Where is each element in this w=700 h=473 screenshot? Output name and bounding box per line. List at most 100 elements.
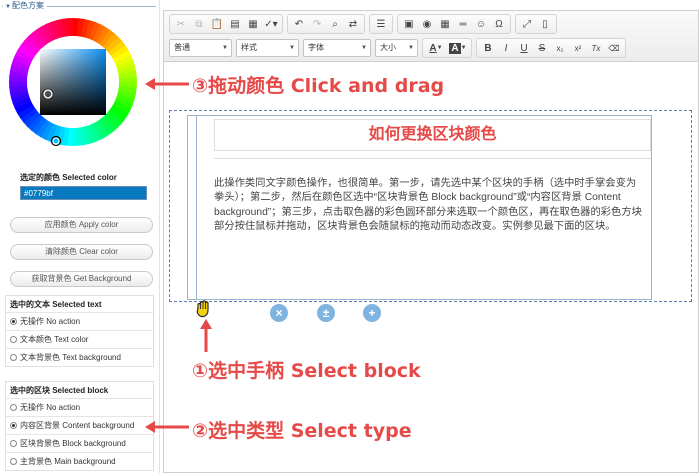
block-handle-hand-icon[interactable] (194, 299, 214, 319)
radio-icon[interactable] (10, 458, 17, 465)
annotation-select-block: ①选中手柄 Select block (192, 360, 421, 382)
radio-label: 主背景色 Main background (20, 457, 116, 466)
block-option-content-background[interactable]: 内容区背景 Content background (6, 416, 153, 434)
panel-title-text: 配色方案 (11, 1, 44, 10)
underline-button[interactable]: U (515, 40, 533, 57)
paste-text-icon[interactable]: ▤ (226, 16, 244, 33)
special-char-icon[interactable]: Ω (490, 16, 508, 33)
font-dropdown-value: 字体 (308, 43, 324, 52)
size-dropdown[interactable]: 大小 ▼ (375, 39, 418, 57)
italic-button[interactable]: I (497, 40, 515, 57)
block-rail-left (196, 115, 197, 300)
selected-block-section: 选中的区块 Selected block 无操作 No action 内容区背景… (5, 381, 154, 471)
cut-icon[interactable]: ✂ (172, 16, 190, 33)
styles-dropdown[interactable]: 样式 ▼ (236, 39, 299, 57)
text-option-no-action[interactable]: 无操作 No action (6, 312, 153, 330)
radio-checked-icon[interactable] (10, 318, 17, 325)
arrow-up-icon (200, 319, 212, 352)
paste-word-icon[interactable]: ▦ (244, 16, 262, 33)
block-option-main-background[interactable]: 主背景色 Main background (6, 452, 153, 470)
block-option-no-action[interactable]: 无操作 No action (6, 398, 153, 416)
style-group: B I U S x₂ x² Tx ⌫ (476, 38, 626, 58)
insert-group: ▣ ◉ ▦ ═ ☺ Ω (397, 14, 511, 34)
radio-label: 无操作 No action (20, 317, 81, 326)
redo-icon[interactable]: ↷ (308, 16, 326, 33)
find-icon[interactable]: ⌕ (326, 16, 344, 33)
chevron-down-icon: ▼ (289, 45, 295, 51)
radio-icon[interactable] (10, 440, 17, 447)
clear-format-button[interactable]: Tx (587, 40, 605, 57)
arrow-left-icon (145, 78, 189, 90)
format-dropdown-value: 普通 (174, 43, 190, 52)
replace-icon[interactable]: ⇄ (344, 16, 362, 33)
toolbar-row-1: ✂ ⧉ 📋 ▤ ▦ ✓▾ ↶ ↷ ⌕ ⇄ ☰ ▣ ◉ ▦ ═ ☺ Ω ⤢ ▯ (169, 14, 561, 34)
block-rail-right (651, 115, 652, 300)
text-color-icon: A (429, 42, 437, 54)
chevron-down-icon: ▼ (436, 45, 443, 51)
radio-icon[interactable] (10, 404, 17, 411)
size-dropdown-value: 大小 (380, 43, 396, 52)
horizontal-rule-icon[interactable]: ═ (454, 16, 472, 33)
panel-title[interactable]: ▼配色方案 (3, 0, 47, 13)
font-dropdown[interactable]: 字体 ▼ (303, 39, 371, 57)
bg-color-icon: A (449, 42, 461, 54)
bg-color-button[interactable]: A ▼ (447, 40, 469, 57)
get-background-button[interactable]: 获取背景色 Get Background (10, 271, 153, 287)
chevron-down-icon: ▼ (408, 45, 414, 51)
radio-label: 文本背景色 Text background (20, 353, 121, 362)
color-picker-wheel[interactable] (8, 17, 138, 147)
superscript-button[interactable]: x² (569, 40, 587, 57)
annotation-select-type: ②选中类型 Select type (192, 420, 412, 442)
source-icon[interactable]: ▯ (536, 16, 554, 33)
duplicate-block-button[interactable]: ± (317, 304, 335, 322)
selected-text-title: 选中的文本 Selected text (10, 300, 102, 309)
radio-label: 区块背景色 Block background (20, 439, 126, 448)
block-heading[interactable]: 如何更换区块颜色 (214, 119, 651, 151)
remove-format-icon[interactable]: ⌫ (605, 40, 623, 57)
chevron-down-icon: ▼ (460, 45, 467, 51)
select-all-icon[interactable]: ☰ (372, 16, 390, 33)
text-option-text-background[interactable]: 文本背景色 Text background (6, 348, 153, 366)
copy-icon[interactable]: ⧉ (190, 16, 208, 33)
chevron-down-icon: ▼ (361, 45, 367, 51)
radio-checked-icon[interactable] (10, 422, 17, 429)
apply-color-button[interactable]: 应用颜色 Apply color (10, 217, 153, 233)
block-body-text[interactable]: 此操作类同文字颜色操作，也很简单。第一步，请先选中某个区块的手柄（选中时手掌会变… (214, 177, 646, 234)
text-option-text-color[interactable]: 文本颜色 Text color (6, 330, 153, 348)
history-group: ↶ ↷ ⌕ ⇄ (287, 14, 365, 34)
view-group: ⤢ ▯ (515, 14, 557, 34)
chevron-down-icon: ▼ (222, 45, 228, 51)
delete-block-button[interactable]: × (270, 304, 288, 322)
subscript-button[interactable]: x₂ (551, 40, 569, 57)
editor-toolbar: ✂ ⧉ 📋 ▤ ▦ ✓▾ ↶ ↷ ⌕ ⇄ ☰ ▣ ◉ ▦ ═ ☺ Ω ⤢ ▯ 普… (164, 11, 698, 62)
clear-color-button[interactable]: 清除颜色 Clear color (10, 244, 153, 260)
selected-text-section: 选中的文本 Selected text 无操作 No action 文本颜色 T… (5, 295, 154, 367)
paste-icon[interactable]: 📋 (208, 16, 226, 33)
block-divider (214, 158, 651, 159)
maximize-icon[interactable]: ⤢ (518, 16, 536, 33)
strike-button[interactable]: S (533, 40, 551, 57)
image-icon[interactable]: ▣ (400, 16, 418, 33)
selected-block-outline: 如何更换区块颜色 此操作类同文字颜色操作，也很简单。第一步，请先选中某个区块的手… (169, 110, 692, 302)
block-option-block-background[interactable]: 区块背景色 Block background (6, 434, 153, 452)
annotation-drag-color: ③拖动颜色 Click and drag (192, 75, 445, 97)
arrow-left-icon (145, 421, 189, 433)
flash-icon[interactable]: ◉ (418, 16, 436, 33)
bold-button[interactable]: B (479, 40, 497, 57)
editor-content-area[interactable]: 如何更换区块颜色 此操作类同文字颜色操作，也很简单。第一步，请先选中某个区块的手… (164, 63, 698, 472)
spellcheck-icon[interactable]: ✓▾ (262, 16, 280, 33)
format-dropdown[interactable]: 普通 ▼ (169, 39, 232, 57)
table-icon[interactable]: ▦ (436, 16, 454, 33)
undo-icon[interactable]: ↶ (290, 16, 308, 33)
selected-color-field[interactable] (20, 186, 147, 200)
color-group: A ▼ A ▼ (422, 38, 472, 58)
radio-icon[interactable] (10, 336, 17, 343)
color-scheme-panel: ▼配色方案 选定的颜色 Selected color 应用颜色 Apply co… (0, 0, 160, 473)
select-all-group: ☰ (369, 14, 393, 34)
radio-icon[interactable] (10, 354, 17, 361)
toolbar-row-2: 普通 ▼ 样式 ▼ 字体 ▼ 大小 ▼ A ▼ A ▼ B I U S x₂ x² Tx ⌫ (169, 38, 630, 58)
text-color-button[interactable]: A ▼ (425, 40, 447, 57)
radio-label: 文本颜色 Text color (20, 335, 89, 344)
smiley-icon[interactable]: ☺ (472, 16, 490, 33)
add-block-button[interactable]: + (363, 304, 381, 322)
